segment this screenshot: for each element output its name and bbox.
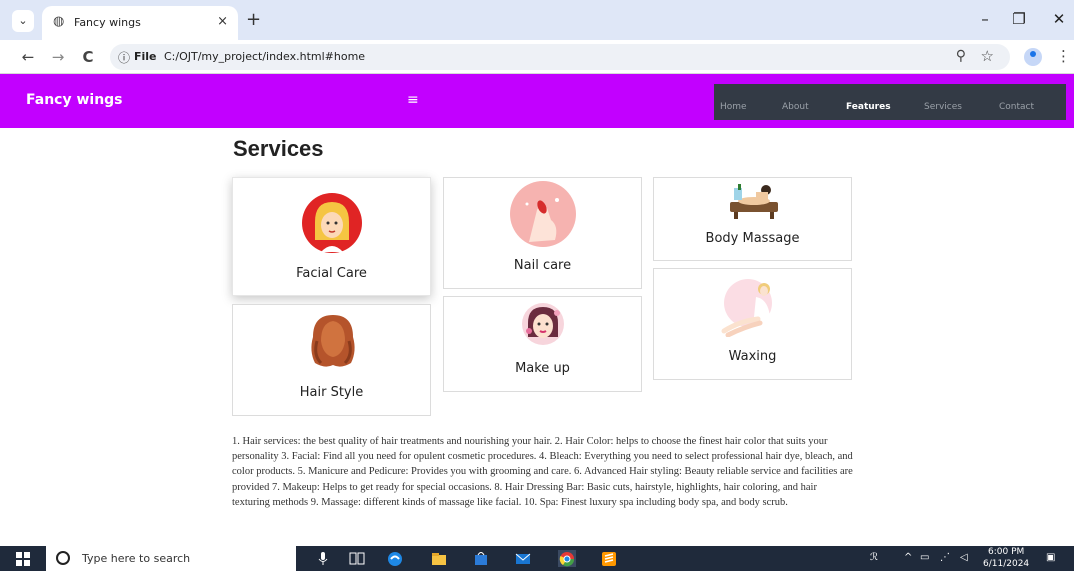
browser-toolbar: ← → C ⓘ File C:/OJT/my_project/index.htm… — [0, 40, 1074, 74]
store-icon[interactable] — [472, 550, 490, 567]
microphone-icon[interactable] — [314, 550, 332, 567]
file-label: File — [134, 50, 157, 63]
close-window-button[interactable]: ✕ — [1044, 10, 1074, 28]
taskbar-search-placeholder: Type here to search — [82, 552, 191, 565]
site-brand[interactable]: Fancy wings — [26, 92, 123, 108]
restore-button[interactable]: ❐ — [1004, 10, 1034, 28]
network-icon[interactable]: ▭ — [920, 552, 929, 563]
service-card-make-up[interactable]: Make up — [443, 296, 642, 392]
more-icon[interactable]: ⋮ — [1056, 47, 1071, 65]
body-massage-illustration — [730, 184, 778, 219]
task-view-icon[interactable] — [348, 550, 366, 567]
service-card-nail-care[interactable]: Nail care — [443, 177, 642, 289]
tab-close-button[interactable]: × — [217, 14, 228, 29]
edge-icon[interactable] — [386, 550, 404, 567]
nav-link-about[interactable]: About — [782, 102, 809, 112]
browser-tab-strip: ⌄ ◍ Fancy wings × + – ❐ ✕ — [0, 0, 1074, 40]
service-card-label: Body Massage — [705, 231, 800, 246]
clock-time[interactable]: 6:00 PM — [988, 547, 1024, 557]
globe-icon: ◍ — [53, 14, 65, 29]
url-text[interactable]: C:/OJT/my_project/index.html#home — [164, 50, 365, 63]
service-card-body-massage[interactable]: Body Massage — [653, 177, 852, 261]
sublime-icon[interactable] — [600, 550, 618, 567]
new-tab-button[interactable]: + — [246, 10, 261, 30]
back-button[interactable]: ← — [18, 48, 38, 66]
tab-title: Fancy wings — [74, 16, 141, 29]
volume-icon[interactable]: ◁ — [960, 552, 968, 563]
hair-style-illustration — [311, 315, 355, 367]
services-heading: Services — [233, 136, 324, 161]
site-navbar: Fancy wings ≡ Home About Features Servic… — [0, 74, 1074, 128]
file-explorer-icon[interactable] — [430, 550, 448, 567]
reload-button[interactable]: C — [78, 48, 98, 66]
notification-icon[interactable]: ▣ — [1046, 552, 1055, 563]
service-card-waxing[interactable]: Waxing — [653, 268, 852, 380]
search-icon — [56, 551, 70, 565]
zoom-icon[interactable]: ⚲ — [956, 48, 966, 64]
make-up-illustration — [522, 303, 564, 345]
star-icon[interactable]: ☆ — [981, 47, 994, 65]
service-card-label: Waxing — [728, 349, 777, 364]
waxing-illustration — [721, 279, 772, 337]
wifi-icon[interactable]: ⋰ — [940, 552, 950, 563]
nav-link-features[interactable]: Features — [846, 102, 891, 112]
service-card-facial-care[interactable]: Facial Care — [232, 177, 431, 296]
chrome-icon[interactable] — [558, 550, 576, 567]
service-card-label: Hair Style — [299, 385, 364, 400]
nav-link-home[interactable]: Home — [720, 102, 747, 112]
service-card-label: Nail care — [513, 258, 572, 273]
services-description: 1. Hair services: the best quality of ha… — [232, 436, 853, 508]
mail-icon[interactable] — [514, 550, 532, 567]
tab-fancy-wings[interactable]: ◍ Fancy wings × — [42, 6, 238, 40]
taskbar-search-box[interactable]: Type here to search — [46, 546, 296, 571]
windows-start-icon[interactable] — [16, 552, 30, 566]
hamburger-menu-icon[interactable]: ≡ — [407, 92, 419, 108]
facial-care-illustration — [302, 193, 362, 253]
nav-link-services[interactable]: Services — [924, 102, 962, 112]
nail-care-illustration — [510, 181, 576, 247]
address-bar[interactable]: ⓘ File C:/OJT/my_project/index.html#home… — [110, 44, 1010, 70]
profile-icon[interactable] — [1024, 48, 1042, 66]
minimize-button[interactable]: – — [970, 10, 1000, 28]
tab-search-icon[interactable]: ⌄ — [12, 10, 34, 32]
nav-link-contact[interactable]: Contact — [999, 102, 1034, 112]
service-card-label: Make up — [515, 361, 570, 376]
info-icon[interactable]: ⓘ — [118, 49, 130, 66]
windows-taskbar: Type here to search ℛ ^ ▭ ⋰ ◁ 6:00 PM 6/… — [0, 546, 1074, 571]
nav-menu: Home About Features Services Contact — [714, 84, 1066, 120]
forward-button[interactable]: → — [48, 48, 68, 66]
service-card-hair-style[interactable]: Hair Style — [232, 304, 431, 416]
chevron-up-icon[interactable]: ^ — [904, 552, 912, 563]
people-icon[interactable]: ℛ — [870, 552, 878, 563]
service-card-label: Facial Care — [296, 266, 367, 281]
clock-date[interactable]: 6/11/2024 — [983, 559, 1029, 569]
